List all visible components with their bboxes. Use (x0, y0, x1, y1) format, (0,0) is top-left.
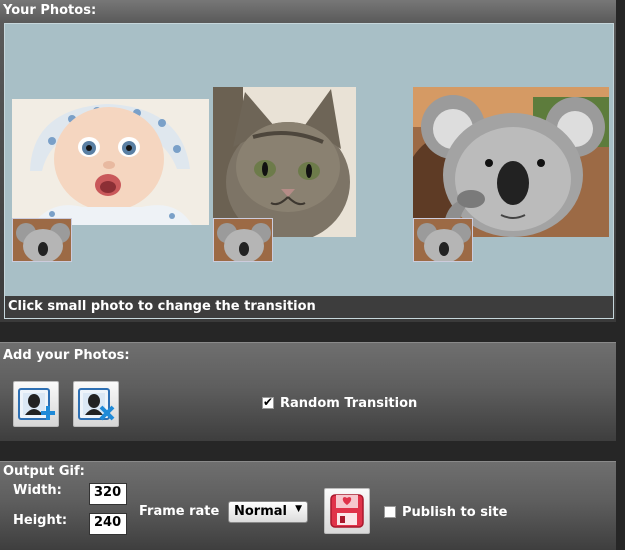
photos-panel: Your Photos: Click small photo to change… (0, 0, 616, 322)
stage-caption-bar: Click small photo to change the transiti… (5, 296, 613, 318)
transition-thumb-2[interactable] (213, 218, 273, 262)
remove-photo-button[interactable] (73, 381, 119, 427)
chevron-down-icon: ▼ (295, 504, 302, 514)
random-transition-label: Random Transition (280, 396, 418, 411)
photos-panel-title: Your Photos: (3, 3, 97, 18)
remove-photo-icon (78, 388, 115, 421)
frame-rate-label: Frame rate (139, 504, 220, 519)
add-photos-panel: Add your Photos: ✔ Random Transition (0, 342, 616, 441)
publish-to-site-label: Publish to site (402, 505, 508, 520)
transition-thumb-1[interactable] (12, 218, 72, 262)
checkmark-icon: ✔ (263, 395, 274, 409)
random-transition-checkbox[interactable]: ✔ (262, 395, 274, 409)
save-disk-icon (330, 494, 364, 528)
output-gif-panel: Output Gif: Width: 320 Height: 240 Frame… (0, 461, 616, 550)
baby-photo[interactable] (12, 99, 209, 225)
height-input[interactable]: 240 (89, 513, 127, 535)
photo-stage: Click small photo to change the transiti… (4, 23, 614, 319)
output-gif-title: Output Gif: (3, 464, 85, 479)
stage-caption: Click small photo to change the transiti… (8, 299, 316, 314)
add-photos-title: Add your Photos: (3, 348, 130, 363)
width-label: Width: (13, 483, 62, 498)
add-photo-button[interactable] (13, 381, 59, 427)
frame-rate-value: Normal (234, 504, 287, 519)
publish-to-site-checkbox[interactable] (384, 506, 396, 518)
add-photo-icon (18, 388, 55, 420)
width-input[interactable]: 320 (89, 483, 127, 505)
frame-rate-select[interactable]: Normal ▼ (228, 501, 308, 523)
kitten-photo[interactable] (213, 87, 356, 237)
koala-photo[interactable] (413, 87, 609, 237)
publish-button[interactable] (324, 488, 370, 534)
height-label: Height: (13, 513, 68, 528)
transition-thumb-3[interactable] (413, 218, 473, 262)
